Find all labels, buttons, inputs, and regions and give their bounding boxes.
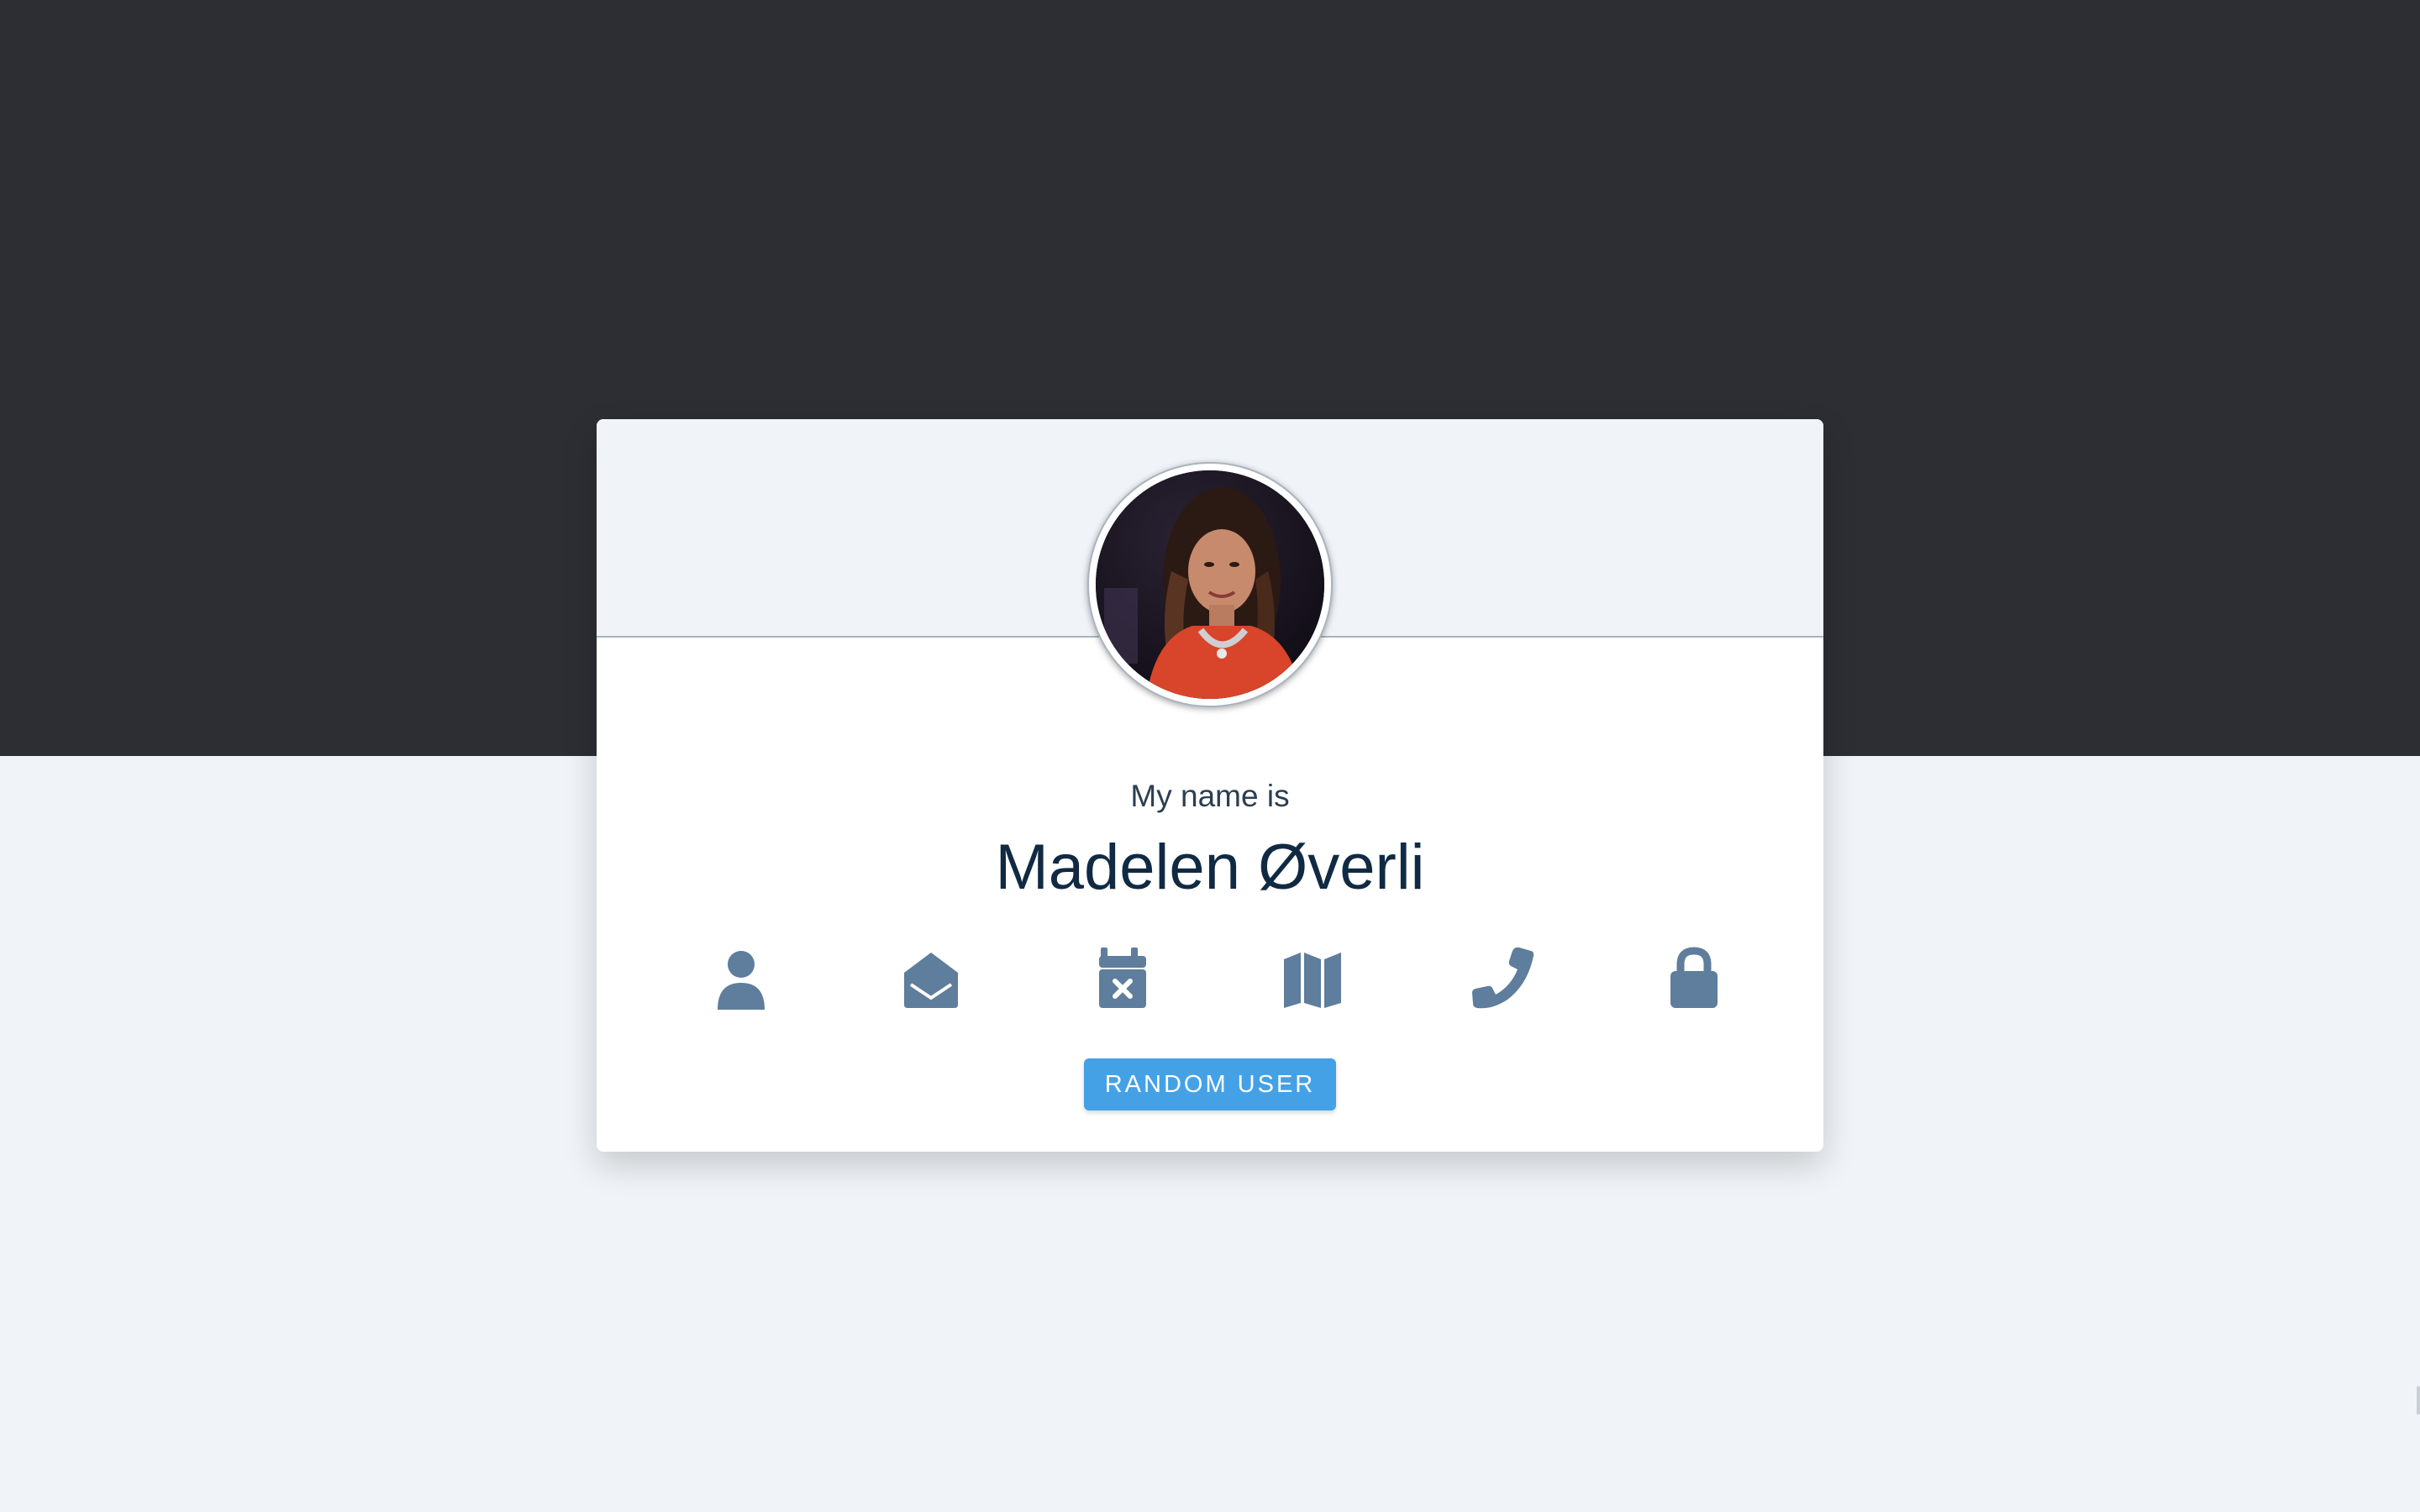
scrollbar-handle[interactable] bbox=[2417, 1386, 2420, 1415]
envelope-open-icon[interactable] bbox=[897, 944, 965, 1011]
info-value: Madelen Øverli bbox=[995, 832, 1425, 903]
page: My name is Madelen Øverli RANDOM USER bbox=[0, 0, 2420, 1512]
info-caption: My name is bbox=[1130, 779, 1290, 813]
profile-card: My name is Madelen Øverli RANDOM USER bbox=[597, 419, 1823, 1152]
avatar-photo bbox=[1096, 470, 1324, 699]
info-icon-bar bbox=[597, 944, 1823, 1020]
lock-icon[interactable] bbox=[1660, 944, 1728, 1011]
avatar bbox=[1087, 462, 1333, 707]
map-icon[interactable] bbox=[1279, 944, 1346, 1011]
phone-icon[interactable] bbox=[1469, 944, 1536, 1011]
random-user-button[interactable]: RANDOM USER bbox=[1084, 1058, 1336, 1110]
calendar-x-icon[interactable] bbox=[1089, 944, 1156, 1011]
user-icon[interactable] bbox=[708, 944, 775, 1011]
